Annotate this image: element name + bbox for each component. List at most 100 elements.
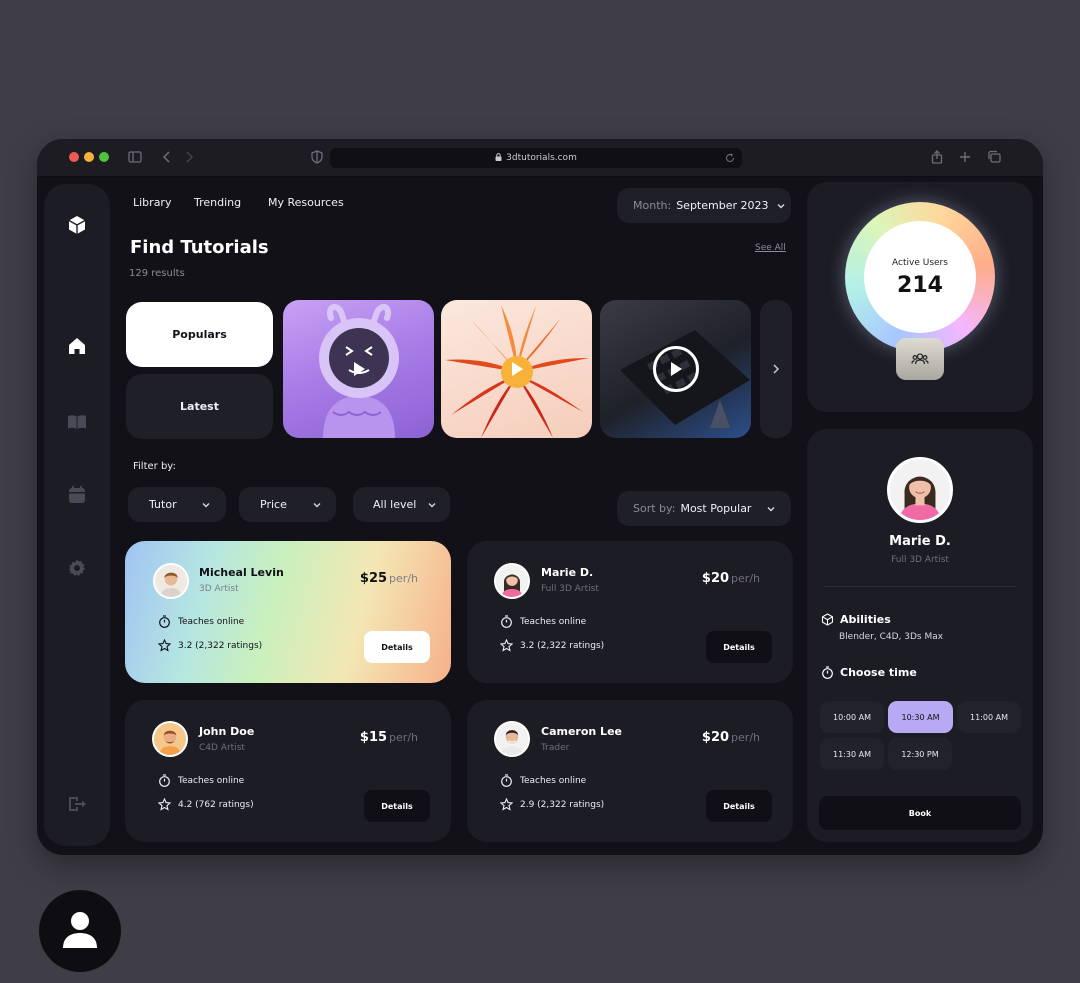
logout-icon[interactable] <box>66 793 88 815</box>
tutor-role: C4D Artist <box>199 743 245 753</box>
teaching-mode: Teaches online <box>158 615 244 628</box>
video-thumbnail-robot[interactable] <box>283 300 434 438</box>
video-thumbnail-keyboard[interactable] <box>600 300 751 438</box>
play-icon[interactable] <box>509 361 525 377</box>
chevron-down-icon <box>766 504 776 514</box>
rating: 3.2 (2,322 ratings) <box>158 639 262 652</box>
avatar <box>494 721 530 757</box>
price-amount: $20 <box>701 571 730 586</box>
address-bar[interactable]: 3dtutorials.com <box>330 148 742 168</box>
choose-time-heading: Choose time <box>821 666 917 679</box>
active-users-label: Active Users <box>892 258 948 268</box>
sort-select[interactable]: Sort by: Most Popular <box>617 491 791 526</box>
rating-text: 2.9 (2,322 ratings) <box>520 799 605 810</box>
lock-icon <box>495 153 502 161</box>
divider <box>823 586 1017 587</box>
settings-gear-icon[interactable] <box>66 557 88 579</box>
video-thumbnail-flower[interactable] <box>441 300 592 438</box>
close-window-button[interactable] <box>69 152 79 162</box>
details-button[interactable]: Details <box>364 631 430 663</box>
star-icon <box>158 798 171 811</box>
user-icon <box>63 912 97 948</box>
price-unit: per/h <box>731 572 760 585</box>
time-slot[interactable]: 12:30 PM <box>888 738 952 770</box>
chevron-down-icon <box>776 201 786 211</box>
minimize-window-button[interactable] <box>84 152 94 162</box>
sort-value: Most Popular <box>680 502 752 515</box>
tutor-card[interactable]: Cameron Lee Trader $20 per/h Teaches onli… <box>467 700 793 842</box>
reload-icon[interactable] <box>725 153 735 163</box>
teaching-mode: Teaches online <box>158 774 244 787</box>
price-filter[interactable]: Price <box>239 487 336 522</box>
forward-icon[interactable] <box>181 149 197 165</box>
price-amount: $20 <box>701 730 730 745</box>
share-icon[interactable] <box>929 149 945 165</box>
time-slot[interactable]: 11:30 AM <box>820 738 884 770</box>
stopwatch-icon <box>159 774 170 787</box>
play-icon[interactable] <box>351 361 367 377</box>
filter-label: Filter by: <box>133 461 176 472</box>
time-slot[interactable]: 11:00 AM <box>957 701 1021 733</box>
carousel-next-button[interactable] <box>760 300 792 438</box>
book-icon[interactable] <box>66 411 88 433</box>
tutor-filter[interactable]: Tutor <box>128 487 226 522</box>
see-all-link[interactable]: See All <box>755 243 786 253</box>
active-users-ring: Active Users 214 <box>845 202 995 352</box>
users-group-badge[interactable] <box>896 338 944 380</box>
page-title: Find Tutorials <box>130 237 269 258</box>
tutor-name: Micheal Levin <box>199 566 284 579</box>
active-users-center: Active Users 214 <box>864 221 976 333</box>
choose-time-title: Choose time <box>840 666 917 679</box>
price-amount: $15 <box>359 730 388 745</box>
sort-label: Sort by: <box>633 502 676 515</box>
profile-fab-button[interactable] <box>39 890 121 972</box>
cube-logo-icon[interactable] <box>66 214 88 236</box>
stopwatch-icon <box>501 774 512 787</box>
rating-text: 3.2 (2,322 ratings) <box>178 640 263 651</box>
calendar-icon[interactable] <box>66 484 88 506</box>
avatar <box>153 563 189 599</box>
sidebar-toggle-icon[interactable] <box>127 149 143 165</box>
time-slot-selected[interactable]: 10:30 AM <box>888 701 953 733</box>
details-button[interactable]: Details <box>706 790 772 822</box>
privacy-shield-icon[interactable] <box>309 149 325 165</box>
month-select[interactable]: Month: September 2023 <box>617 188 791 223</box>
profile-avatar <box>887 457 953 523</box>
nav-trending[interactable]: Trending <box>194 196 241 209</box>
tutor-name: Cameron Lee <box>541 725 622 738</box>
month-value: September 2023 <box>676 199 769 212</box>
nav-library[interactable]: Library <box>133 196 171 209</box>
rating-text: 4.2 (762 ratings) <box>178 799 254 810</box>
nav-my-resources[interactable]: My Resources <box>268 196 344 209</box>
tutor-card[interactable]: Marie D. Full 3D Artist $20 per/h Teaches… <box>467 541 793 683</box>
tutor-profile-panel: Marie D. Full 3D Artist Abilities Blende… <box>807 429 1033 842</box>
results-count: 129 results <box>129 268 185 279</box>
tutor-price: $25 per/h <box>360 571 418 586</box>
stopwatch-icon <box>822 666 833 679</box>
play-icon[interactable] <box>668 361 684 377</box>
new-tab-icon[interactable] <box>957 149 973 165</box>
tab-latest[interactable]: Latest <box>126 374 273 439</box>
book-button[interactable]: Book <box>819 796 1021 830</box>
home-icon[interactable] <box>66 335 88 357</box>
rating: 2.9 (2,322 ratings) <box>500 798 604 811</box>
level-filter-label: All level <box>373 498 417 511</box>
details-button[interactable]: Details <box>706 631 772 663</box>
chevron-down-icon <box>312 500 322 510</box>
star-icon <box>500 639 513 652</box>
tutor-card[interactable]: John Doe C4D Artist $15 per/h Teaches onl… <box>125 700 451 842</box>
app-sidebar <box>44 184 110 846</box>
tutor-price: $20 per/h <box>702 730 760 745</box>
back-icon[interactable] <box>159 149 175 165</box>
time-slot[interactable]: 10:00 AM <box>820 701 884 733</box>
tab-populars[interactable]: Populars <box>126 302 273 367</box>
maximize-window-button[interactable] <box>99 152 109 162</box>
teaching-mode-text: Teaches online <box>178 775 245 786</box>
profile-role: Full 3D Artist <box>891 555 949 565</box>
tab-overview-icon[interactable] <box>986 149 1002 165</box>
details-button[interactable]: Details <box>364 790 430 822</box>
tutor-card[interactable]: Micheal Levin 3D Artist $25 per/h Teaches… <box>125 541 451 683</box>
rating-text: 3.2 (2,322 ratings) <box>520 640 605 651</box>
price-unit: per/h <box>389 572 418 585</box>
level-filter[interactable]: All level <box>353 487 450 522</box>
